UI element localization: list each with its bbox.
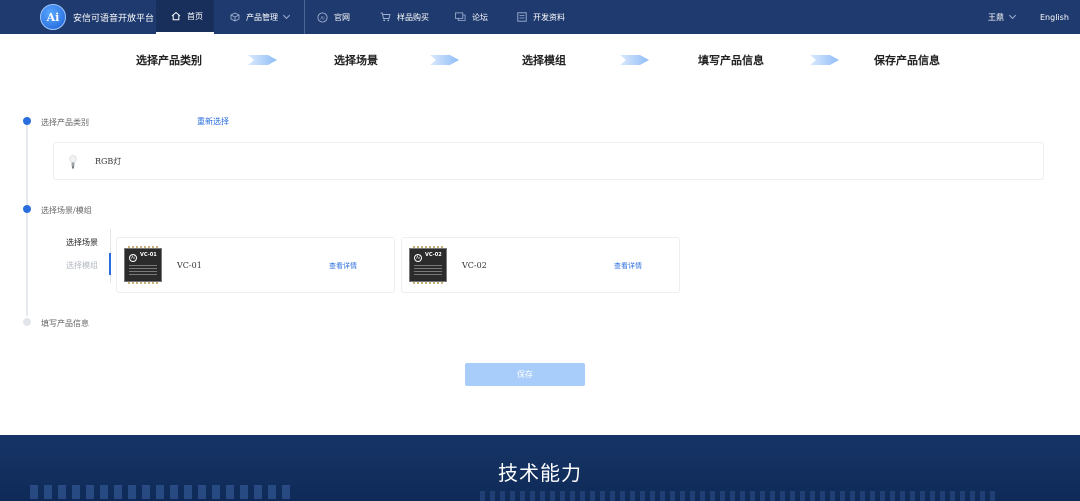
tab-select-scene[interactable]: 选择场景: [66, 237, 98, 248]
step-3: 选择模组: [522, 54, 566, 67]
top-navigation-bar: Ai 安信可语音开放平台 首页 产品管理 Ai 官网 样品购买 论坛 开发资料 …: [0, 0, 1080, 34]
module-chip-image: Ai VC-01: [124, 246, 162, 284]
ai-logo-icon: Ai: [129, 254, 137, 262]
category-name: RGB灯: [95, 157, 122, 166]
timeline-dot-inactive: [23, 318, 31, 326]
timeline-dot-active: [23, 205, 31, 213]
document-icon: [516, 12, 527, 23]
home-icon: [170, 11, 181, 22]
nav-item-label: 开发资料: [533, 12, 565, 22]
nav-item-label: 样品购买: [397, 12, 429, 22]
user-menu[interactable]: 王鼎: [988, 0, 1017, 34]
decorative-pattern: [480, 491, 1000, 501]
save-button[interactable]: 保存: [465, 363, 585, 386]
arrow-right-icon: [248, 55, 277, 65]
section-label-scene-module: 选择场景/模组: [41, 206, 92, 215]
brand-name: 安信可语音开放平台: [73, 13, 155, 24]
ai-logo-icon: Ai: [40, 4, 66, 30]
banner-title: 技术能力: [498, 461, 582, 485]
reselect-link[interactable]: 重新选择: [197, 116, 229, 127]
arrow-right-icon: [620, 55, 649, 65]
progress-steps: 选择产品类别 选择场景 选择模组 填写产品信息 保存产品信息: [0, 50, 1080, 70]
nav-item-dev-docs[interactable]: 开发资料: [516, 0, 565, 34]
arrow-right-icon: [430, 55, 459, 65]
timeline-line: [26, 124, 28, 316]
nav-item-sample-purchase[interactable]: 样品购买: [380, 0, 429, 34]
view-details-link[interactable]: 查看详情: [614, 261, 642, 271]
chevron-down-icon: [282, 11, 291, 20]
section-label-category: 选择产品类别: [41, 118, 89, 127]
scene-module-tabs: 选择场景 选择模组: [60, 229, 111, 283]
language-label: English: [1040, 12, 1069, 22]
timeline-dot-active: [23, 117, 31, 125]
user-name: 王鼎: [988, 12, 1004, 22]
nav-item-product-management[interactable]: 产品管理: [215, 0, 305, 34]
view-details-link[interactable]: 查看详情: [329, 261, 357, 271]
nav-item-official-site[interactable]: Ai 官网: [317, 0, 350, 34]
cube-icon: [229, 12, 240, 23]
nav-item-forum[interactable]: 论坛: [455, 0, 488, 34]
chip-label: VC-01: [140, 252, 157, 258]
nav-item-label: 论坛: [472, 12, 488, 22]
tech-capability-banner: 技术能力: [0, 435, 1080, 501]
module-card-vc01[interactable]: Ai VC-01 VC-01 查看详情: [116, 237, 395, 293]
step-1: 选择产品类别: [136, 54, 202, 67]
tab-select-module[interactable]: 选择模组: [66, 260, 98, 271]
step-2: 选择场景: [334, 54, 378, 67]
brand[interactable]: Ai 安信可语音开放平台: [40, 4, 154, 30]
module-name: VC-02: [462, 261, 487, 270]
cart-icon: [380, 12, 391, 23]
nav-item-label: 产品管理: [246, 12, 278, 22]
bulb-icon: [69, 155, 77, 169]
ai-logo-icon: Ai: [317, 11, 328, 23]
module-name: VC-01: [177, 261, 202, 270]
chevron-down-icon: [1008, 11, 1017, 20]
ai-logo-icon: Ai: [414, 254, 422, 262]
chip-label: VC-02: [425, 252, 442, 258]
tab-active-indicator: [109, 253, 111, 275]
svg-text:Ai: Ai: [320, 15, 324, 21]
arrow-right-icon: [810, 55, 839, 65]
module-chip-image: Ai VC-02: [409, 246, 447, 284]
selected-category-card: RGB灯: [53, 142, 1044, 180]
nav-item-label: 首页: [187, 11, 203, 21]
module-card-vc02[interactable]: Ai VC-02 VC-02 查看详情: [401, 237, 680, 293]
step-4: 填写产品信息: [698, 54, 764, 67]
step-5: 保存产品信息: [874, 54, 940, 67]
decorative-pattern: [30, 485, 290, 499]
section-label-fill-info: 填写产品信息: [41, 319, 89, 328]
language-switch[interactable]: English: [1040, 0, 1069, 34]
chat-icon: [455, 12, 466, 23]
nav-item-label: 官网: [334, 12, 350, 22]
nav-item-home[interactable]: 首页: [156, 0, 214, 34]
